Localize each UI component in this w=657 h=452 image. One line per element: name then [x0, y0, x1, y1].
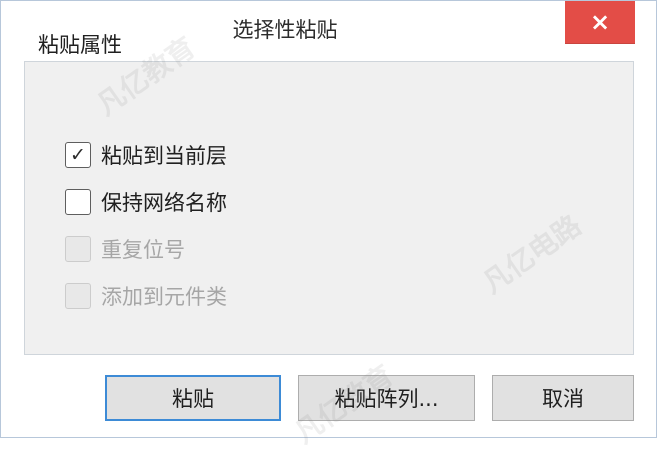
paste-array-button[interactable]: 粘贴阵列...: [298, 375, 475, 421]
paste-button[interactable]: 粘贴: [105, 375, 281, 421]
option-duplicate-designator: 重复位号: [65, 234, 185, 264]
close-button[interactable]: ×: [565, 1, 635, 44]
keep-net-name-checkbox[interactable]: [65, 189, 91, 215]
paste-current-layer-label: 粘贴到当前层: [101, 144, 227, 168]
close-icon: ×: [589, 8, 611, 36]
option-add-component-class: 添加到元件类: [65, 281, 227, 311]
duplicate-designator-checkbox: [65, 236, 91, 262]
paste-special-dialog: 选择性粘贴 × 粘贴属性 ✓ 粘贴到当前层 保持网络名称 重复位号 添加到元件类…: [0, 0, 657, 450]
group-title: 粘贴属性: [38, 33, 122, 57]
option-paste-current-layer[interactable]: ✓ 粘贴到当前层: [65, 140, 227, 170]
cancel-button[interactable]: 取消: [492, 375, 634, 421]
add-component-class-checkbox: [65, 283, 91, 309]
duplicate-designator-label: 重复位号: [101, 238, 185, 262]
keep-net-name-label: 保持网络名称: [101, 191, 227, 215]
add-component-class-label: 添加到元件类: [101, 285, 227, 309]
check-icon: ✓: [70, 143, 86, 166]
option-keep-net-name[interactable]: 保持网络名称: [65, 187, 227, 217]
paste-current-layer-checkbox[interactable]: ✓: [65, 142, 91, 168]
